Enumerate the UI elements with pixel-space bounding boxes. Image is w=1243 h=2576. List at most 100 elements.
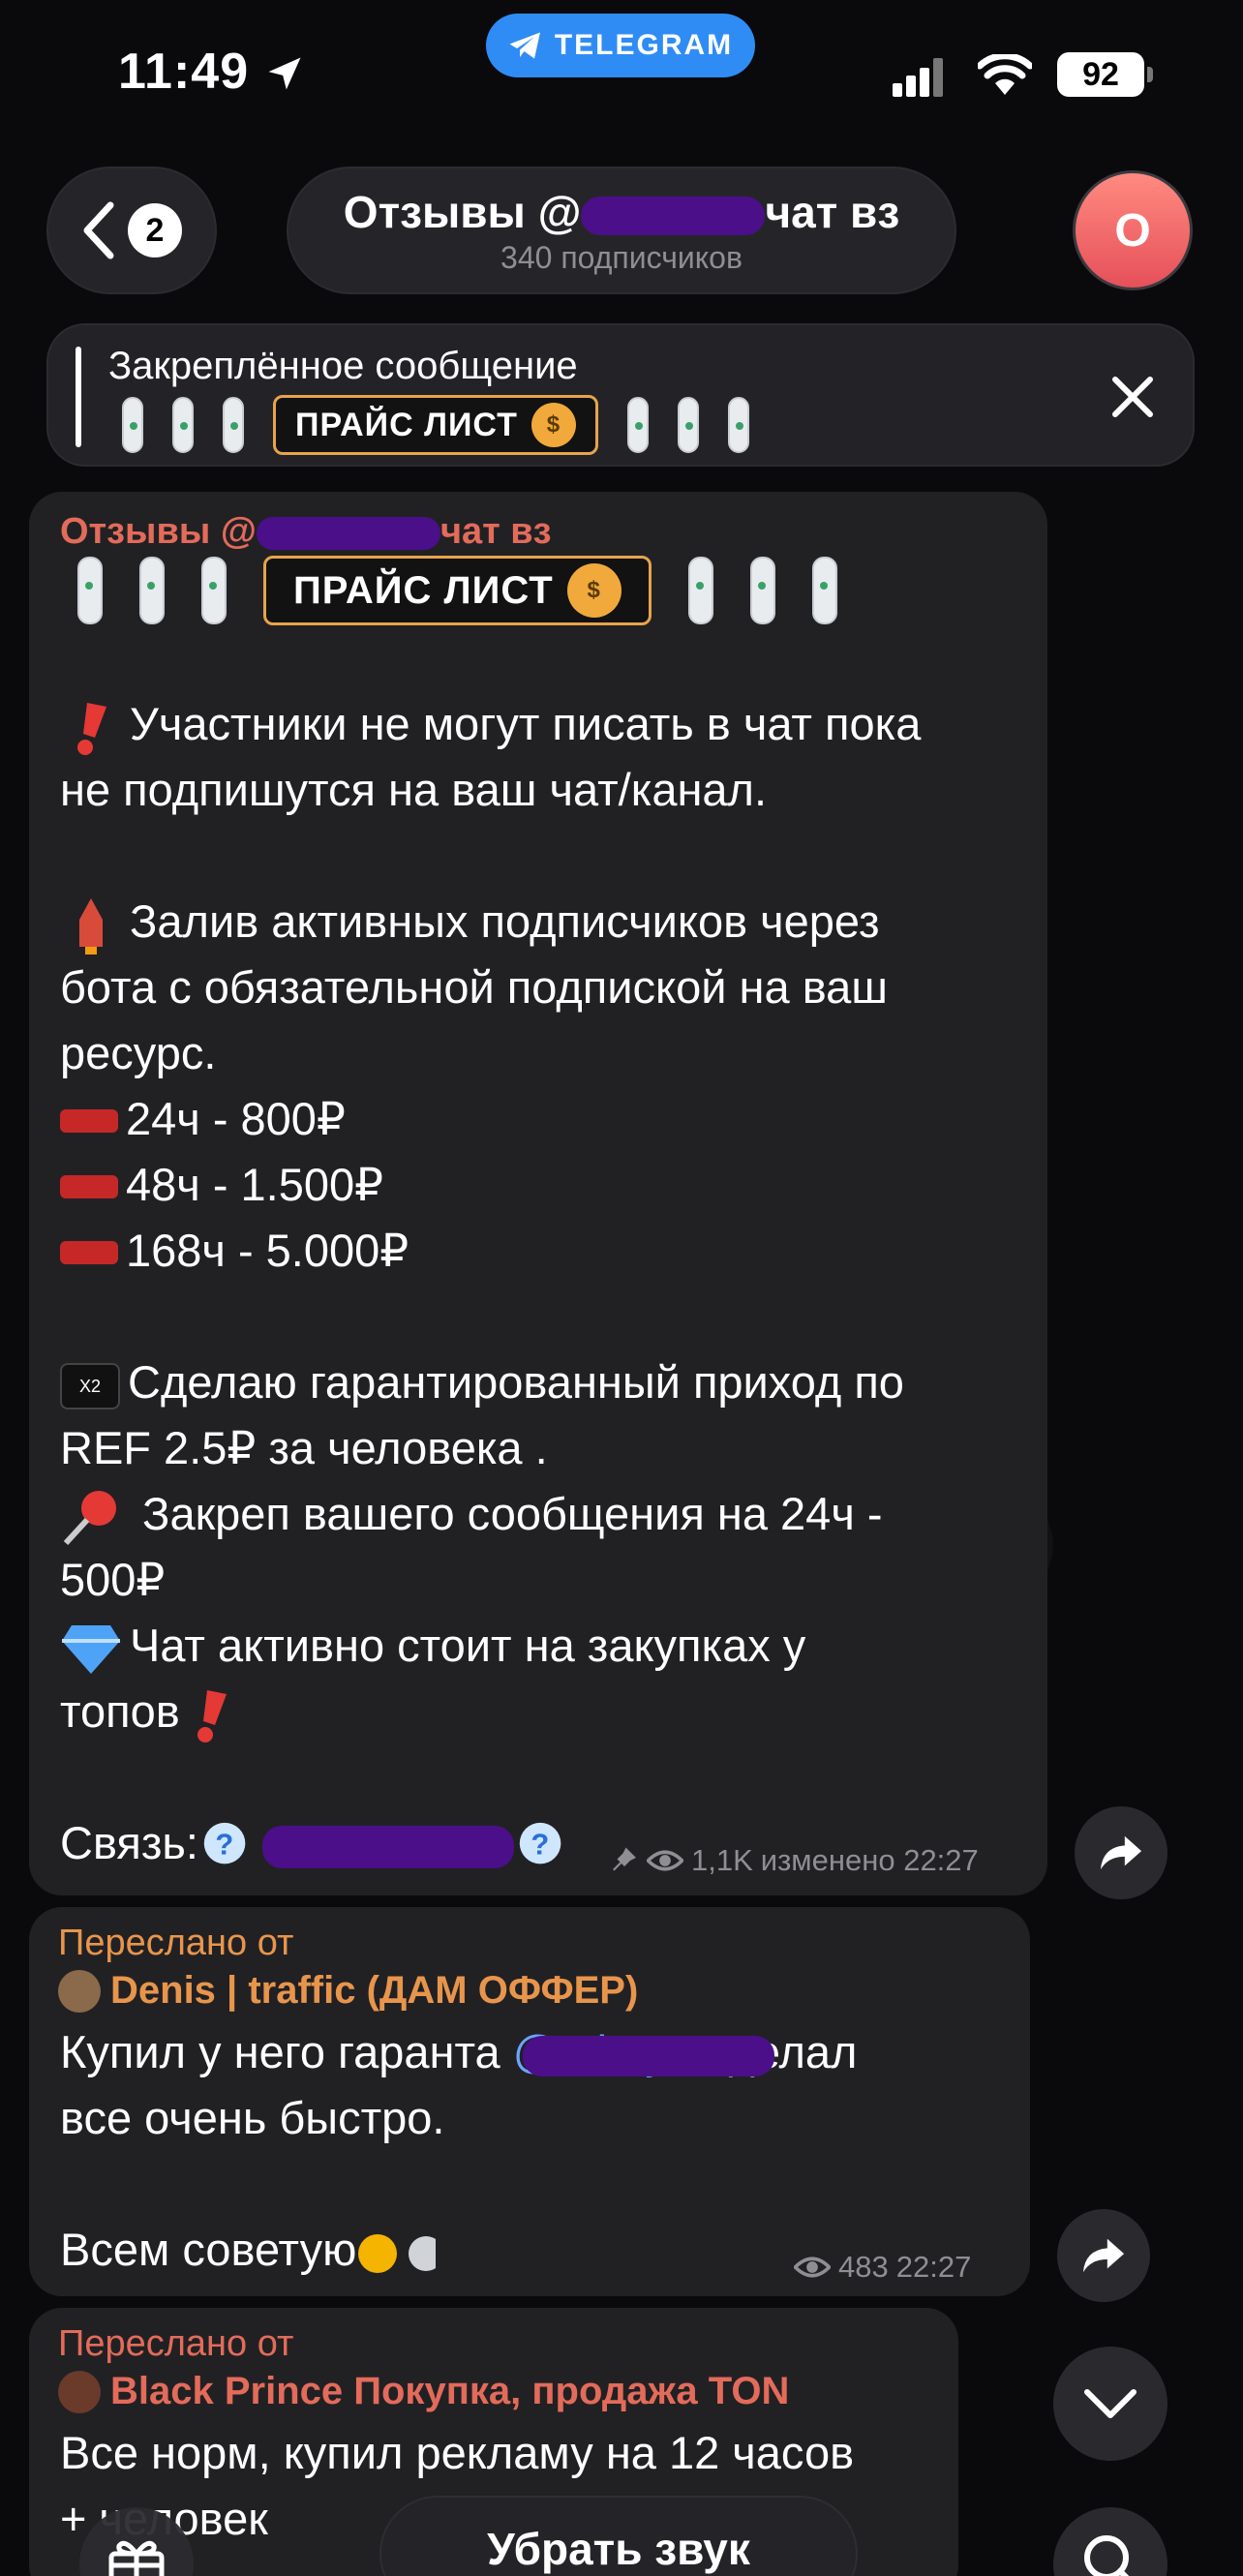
message-line: 24ч - 800₽ [60, 1086, 346, 1152]
message-meta: 1,1K изменено 22:27 [610, 1843, 979, 1878]
forward-arrow-icon [1100, 1835, 1142, 1870]
price-list-label: ПРАЙС ЛИСТ [293, 568, 554, 612]
message-line: 168ч - 5.000₽ [60, 1218, 409, 1284]
message-line: Всем советую [60, 2217, 443, 2283]
message-line: все очень быстро. [60, 2092, 445, 2143]
message-line: топов [60, 1679, 250, 1744]
message-bubble[interactable]: Переслано от Denis | traffic (ДАМ ОФФЕР)… [29, 1907, 1030, 2296]
exclamation-icon [197, 1689, 227, 1743]
message-line: бота с обязательной подпиской на ваш [60, 961, 888, 1013]
edited-time: изменено 22:27 [760, 1843, 979, 1877]
gift-icon [108, 2540, 165, 2576]
message-line: Закреп вашего сообщения на 24ч - [60, 1481, 883, 1549]
svg-text:?: ? [215, 1827, 233, 1861]
view-count: 483 [838, 2250, 889, 2284]
message-line: не подпишутся на ваш чат/канал. [60, 764, 768, 815]
sender-suffix: чат вз [440, 511, 552, 552]
status-bar: 11:49 TELEGRAM 92 [0, 0, 1243, 145]
share-button[interactable] [1075, 1806, 1167, 1899]
view-count: 1,1K [691, 1843, 753, 1877]
price-list-label: ПРАЙС ЛИСТ [295, 406, 518, 443]
back-button[interactable]: 2 [46, 167, 217, 294]
emoji-icon [358, 2233, 398, 2273]
forwarded-label: Переслано от [58, 2323, 294, 2364]
message-line: Связь:?? [60, 1810, 578, 1876]
forwarded-label: Переслано от [58, 1923, 294, 1963]
question-bubble-icon: ? [203, 1822, 246, 1864]
coin-emoji [677, 397, 699, 453]
close-icon[interactable] [1106, 370, 1160, 424]
chat-title-prefix: Отзывы @ [343, 187, 582, 237]
telegram-plane-icon [509, 32, 540, 59]
message-line: REF 2.5₽ за человека . [60, 1422, 548, 1473]
forwarded-avatar [58, 1969, 101, 2013]
redaction-mark [261, 1825, 514, 1868]
message-line: X2 Сделаю гарантированный приход по [60, 1349, 904, 1415]
scroll-to-bottom-button[interactable] [1053, 2347, 1167, 2461]
chat-title: Отзывы @ чат вз [288, 186, 955, 238]
coin-emoji [727, 397, 749, 453]
forward-arrow-icon [1082, 2238, 1125, 2273]
cellular-signal-icon [893, 58, 943, 97]
share-button[interactable] [1057, 2209, 1150, 2302]
mute-button[interactable]: Убрать звук [379, 2496, 858, 2576]
price-list-badge: ПРАЙС ЛИСТ $ [273, 395, 598, 455]
channel-avatar[interactable]: O [1073, 170, 1193, 290]
message-line: ресурс. [60, 1027, 217, 1078]
message-line: Купил у него гаранта @ okey , сделал [60, 2026, 858, 2077]
red-tag-icon [60, 1108, 118, 1133]
x2-icon: X2 [60, 1362, 120, 1409]
message-time: 22:27 [895, 2250, 972, 2284]
pinned-emoji-row: ПРАЙС ЛИСТ $ [122, 395, 749, 455]
message-line: 500₽ [60, 1554, 166, 1605]
message-line: Чат активно стоит на закупках у [60, 1613, 805, 1679]
message-line: Залив активных подписчиков через [60, 889, 880, 955]
emoji-icon [409, 2235, 437, 2271]
chevron-down-icon [1084, 2389, 1137, 2418]
coin-emoji [687, 557, 713, 624]
coin-emoji [122, 397, 143, 453]
message-bubble[interactable]: Отзывы @ чат вз ПРАЙС ЛИСТ $ Участники не… [29, 492, 1047, 1895]
pinned-message-bar[interactable]: Закреплённое сообщение ПРАЙС ЛИСТ $ [46, 323, 1195, 467]
location-arrow-icon [268, 57, 301, 90]
subscriber-count: 340 подписчиков [500, 240, 743, 275]
price-list-badge: ПРАЙС ЛИСТ $ [263, 556, 652, 625]
pushpin-icon [63, 1490, 116, 1545]
coin-emoji [749, 557, 775, 624]
unread-count-badge: 2 [128, 203, 182, 258]
avatar-letter: O [1114, 204, 1151, 257]
status-time: 11:49 [118, 44, 250, 100]
forwarded-from[interactable]: Black Prince Покупка, продажа TON [58, 2370, 789, 2413]
search-icon [1084, 2535, 1130, 2576]
views-eye-icon [647, 1850, 683, 1871]
moneybag-icon: $ [531, 403, 576, 447]
battery-indicator: 92 [1057, 52, 1153, 97]
rocket-icon [79, 897, 103, 955]
message-line: Все норм, купил рекламу на 12 часов [60, 2427, 855, 2478]
coin-emoji [139, 557, 165, 624]
pinned-label: Закреплённое сообщение [108, 345, 578, 387]
message-line: Участники не могут писать в чат пока [60, 691, 921, 757]
forwarded-from[interactable]: Denis | traffic (ДАМ ОФФЕР) [58, 1969, 638, 2013]
coin-emoji [77, 557, 103, 624]
chat-title-suffix: чат вз [765, 187, 900, 237]
message-line: 48ч - 1.500₽ [60, 1152, 383, 1218]
chevron-left-icon [83, 201, 114, 259]
pin-icon [613, 1847, 636, 1871]
coin-emoji [626, 397, 649, 453]
exclamation-icon [77, 702, 106, 755]
diamond-icon [62, 1624, 120, 1674]
redaction-mark [522, 2036, 774, 2076]
wifi-icon [978, 54, 1032, 95]
coin-emoji [172, 397, 194, 453]
battery-level: 92 [1082, 55, 1119, 93]
red-tag-icon [60, 1240, 118, 1264]
forwarded-avatar [58, 2370, 101, 2413]
return-to-telegram-pill[interactable]: TELEGRAM [486, 14, 755, 77]
message-meta: 483 22:27 [794, 2250, 971, 2285]
views-eye-icon [794, 2257, 831, 2278]
svg-text:?: ? [531, 1827, 549, 1861]
mention-link[interactable]: @ okey [513, 2026, 774, 2077]
chat-title-pill[interactable]: Отзывы @ чат вз 340 подписчиков [287, 167, 956, 294]
telegram-pill-label: TELEGRAM [554, 29, 734, 61]
